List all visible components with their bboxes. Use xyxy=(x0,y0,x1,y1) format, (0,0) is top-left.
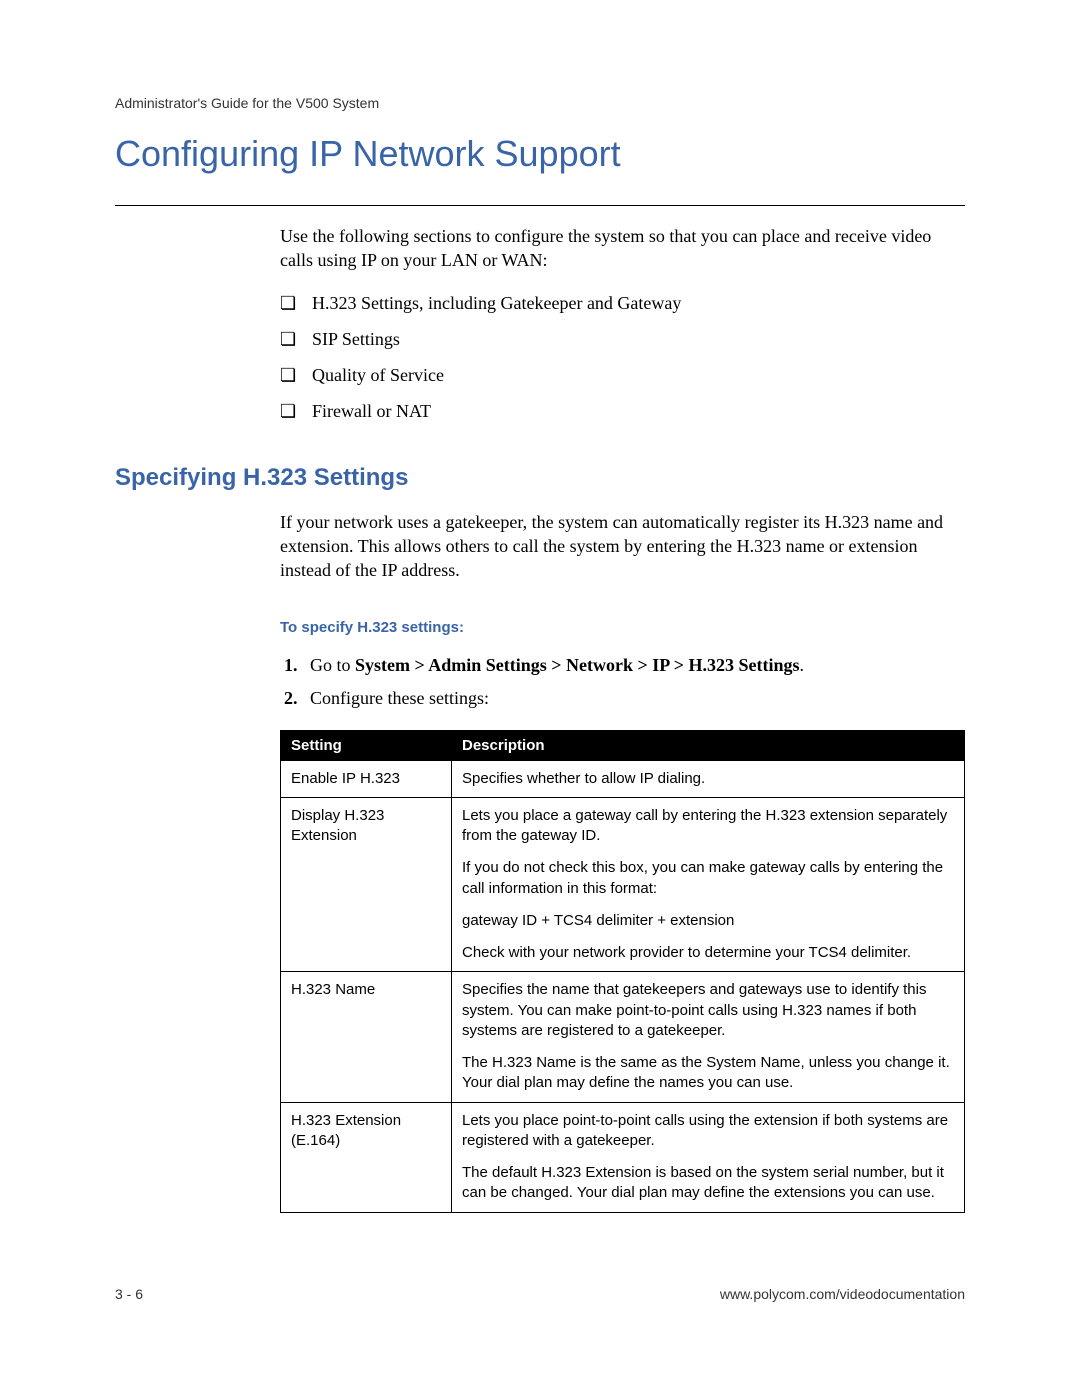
checklist-item: Quality of Service xyxy=(280,363,965,387)
step-text: . xyxy=(800,655,805,675)
table-row: H.323 Extension (E.164) Lets you place p… xyxy=(281,1102,965,1212)
checklist-item: H.323 Settings, including Gatekeeper and… xyxy=(280,291,965,315)
running-header: Administrator's Guide for the V500 Syste… xyxy=(115,95,965,111)
description-cell: Specifies whether to allow IP dialing. xyxy=(452,760,965,797)
table-row: Display H.323 Extension Lets you place a… xyxy=(281,797,965,972)
description-text: gateway ID + TCS4 delimiter + extension xyxy=(462,911,954,931)
checklist-item: Firewall or NAT xyxy=(280,399,965,423)
section-title: Specifying H.323 Settings xyxy=(115,464,965,492)
page-number: 3 - 6 xyxy=(115,1286,143,1302)
table-header-description: Description xyxy=(452,730,965,760)
settings-table: Setting Description Enable IP H.323 Spec… xyxy=(280,730,965,1213)
setting-cell: H.323 Extension (E.164) xyxy=(281,1102,452,1212)
description-text: Check with your network provider to dete… xyxy=(462,943,954,963)
setting-cell: Display H.323 Extension xyxy=(281,797,452,972)
title-rule xyxy=(115,205,965,206)
intro-paragraph: Use the following sections to configure … xyxy=(280,224,965,273)
procedure-label: To specify H.323 settings: xyxy=(280,619,965,636)
description-text: Lets you place point-to-point calls usin… xyxy=(462,1111,954,1152)
step-text: Go to xyxy=(310,655,355,675)
table-row: Enable IP H.323 Specifies whether to all… xyxy=(281,760,965,797)
description-text: Specifies the name that gatekeepers and … xyxy=(462,980,954,1041)
setting-cell: H.323 Name xyxy=(281,972,452,1102)
description-text: If you do not check this box, you can ma… xyxy=(462,858,954,899)
section-body: If your network uses a gatekeeper, the s… xyxy=(280,510,965,583)
step-item: Go to System > Admin Settings > Network … xyxy=(302,652,965,679)
description-cell: Lets you place a gateway call by enterin… xyxy=(452,797,965,972)
description-cell: Specifies the name that gatekeepers and … xyxy=(452,972,965,1102)
page: Administrator's Guide for the V500 Syste… xyxy=(0,0,1080,1397)
steps-list: Go to System > Admin Settings > Network … xyxy=(280,652,965,712)
section-body-wrap: If your network uses a gatekeeper, the s… xyxy=(280,510,965,1213)
body-content: Use the following sections to configure … xyxy=(280,224,965,424)
page-footer: 3 - 6 www.polycom.com/videodocumentation xyxy=(115,1286,965,1302)
table-header-row: Setting Description xyxy=(281,730,965,760)
description-text: The H.323 Name is the same as the System… xyxy=(462,1053,954,1094)
description-cell: Lets you place point-to-point calls usin… xyxy=(452,1102,965,1212)
checklist: H.323 Settings, including Gatekeeper and… xyxy=(280,291,965,424)
description-text: Specifies whether to allow IP dialing. xyxy=(462,769,954,789)
checklist-item: SIP Settings xyxy=(280,327,965,351)
footer-url: www.polycom.com/videodocumentation xyxy=(720,1286,965,1302)
table-header-setting: Setting xyxy=(281,730,452,760)
table-row: H.323 Name Specifies the name that gatek… xyxy=(281,972,965,1102)
step-path: System > Admin Settings > Network > IP >… xyxy=(355,655,800,675)
description-text: Lets you place a gateway call by enterin… xyxy=(462,806,954,847)
page-title: Configuring IP Network Support xyxy=(115,133,965,175)
step-item: Configure these settings: xyxy=(302,685,965,712)
setting-cell: Enable IP H.323 xyxy=(281,760,452,797)
description-text: The default H.323 Extension is based on … xyxy=(462,1163,954,1204)
